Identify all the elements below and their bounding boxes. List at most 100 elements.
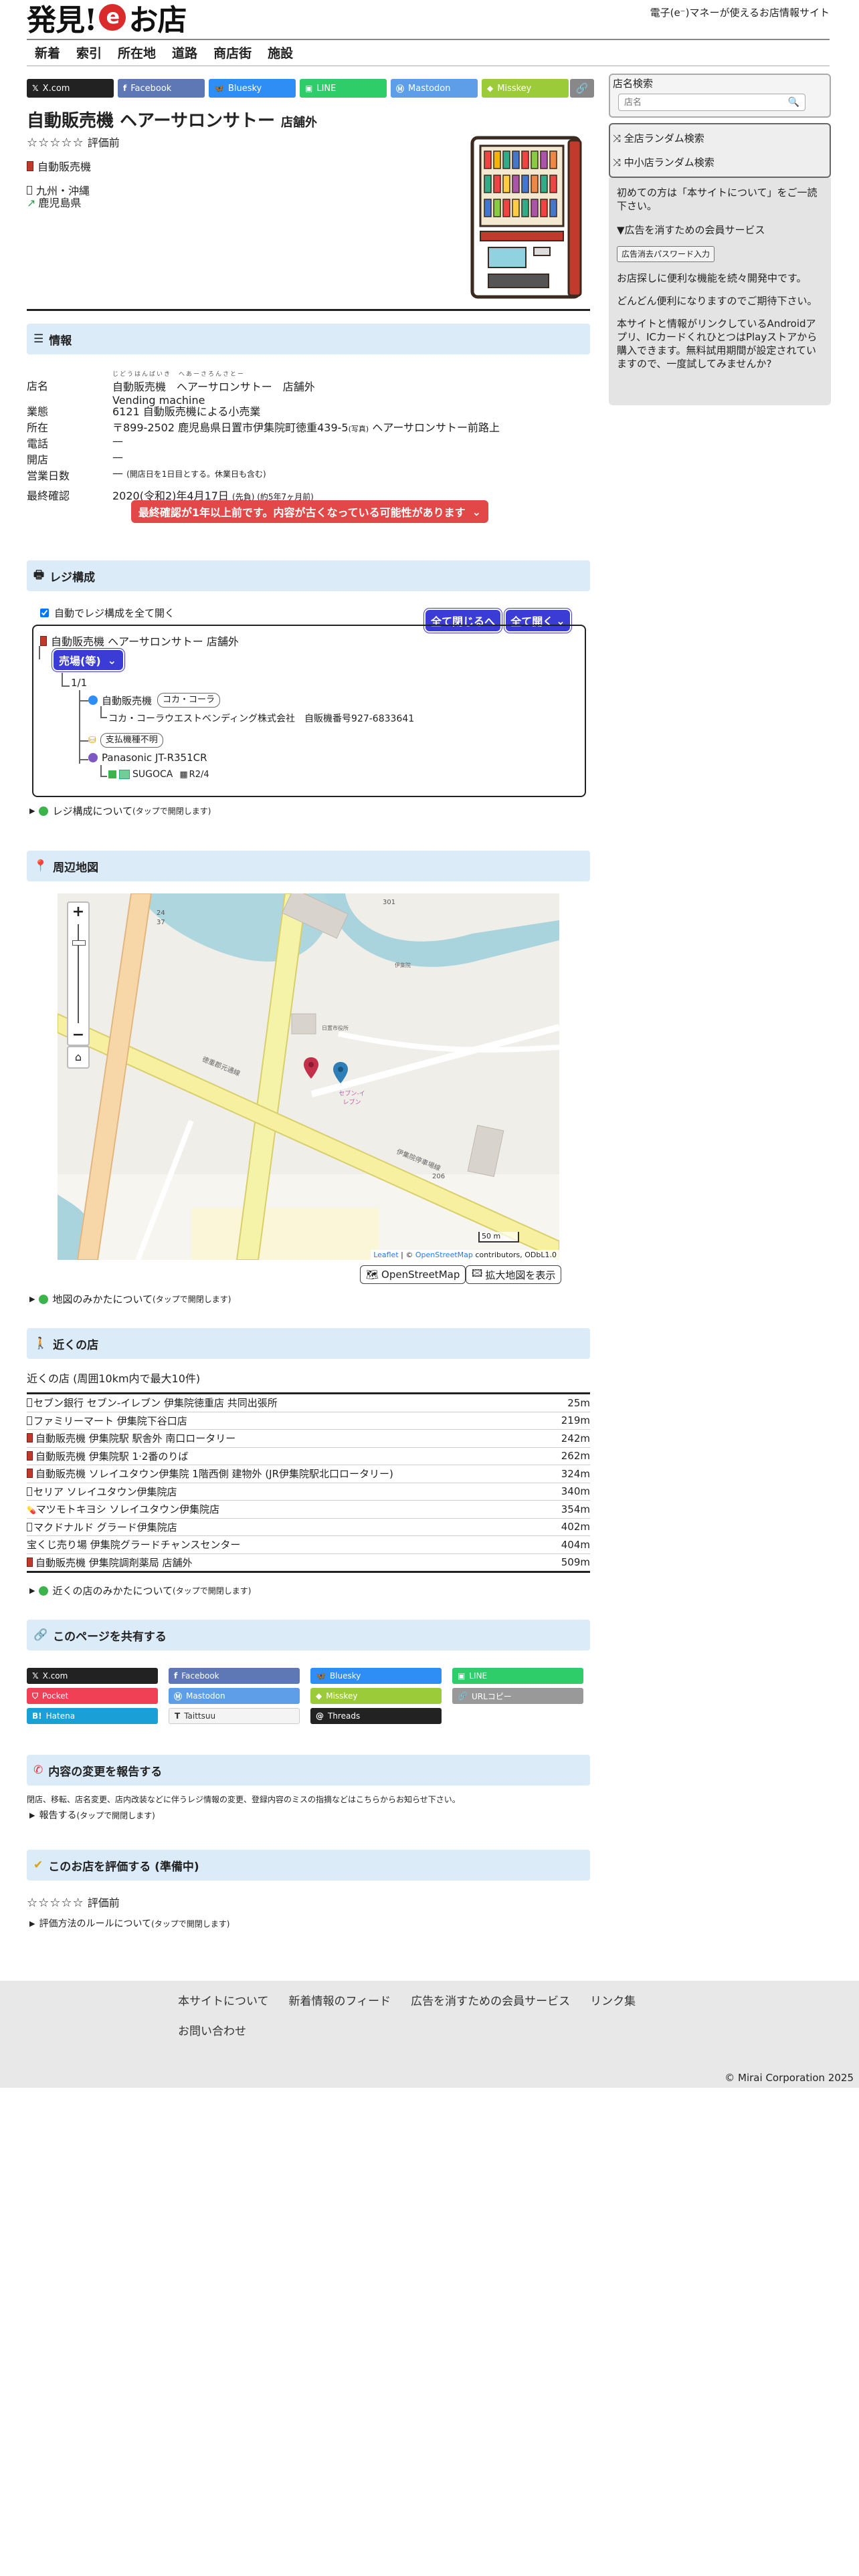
auto-open-checkbox[interactable] — [40, 609, 49, 617]
ad-free-heading[interactable]: ▼広告を消すための会員サービス — [617, 223, 823, 237]
osm-link[interactable]: OpenStreetMap — [415, 1251, 473, 1259]
nav-item-facility[interactable]: 施設 — [260, 41, 301, 66]
nearby-row[interactable]: セブン銀行 セブン-イレブン 伊集院徳重店 共同出張所 25m — [27, 1394, 590, 1412]
zoom-slider-handle[interactable] — [72, 940, 86, 946]
site-logo[interactable]: 発見! e お店 — [27, 0, 187, 37]
tap-hint: (タップで開閉します) — [132, 807, 211, 816]
share-top-mastodon-button[interactable]: Ⓜ Mastodon — [391, 79, 478, 98]
nearby-name-cell: 自動販売機 ソレイユタウン伊集院 1階西側 建物外 (JR伊集院駅北口ロータリー… — [27, 1467, 393, 1481]
share-threads-button[interactable]: @ Threads — [310, 1708, 442, 1724]
info-value-address[interactable]: 〒899-2502 鹿児島県日置市伊集院町徳重439-5 — [112, 421, 349, 434]
footer-feed-link[interactable]: 新着情報のフィード — [289, 1992, 391, 2008]
nav-item-index[interactable]: 索引 — [68, 41, 110, 66]
review-label: 評価前 — [87, 1897, 120, 1909]
store-search-input[interactable] — [619, 95, 788, 110]
nearby-row[interactable]: セリア ソレイユタウン伊集院店 340m — [27, 1483, 590, 1501]
share-top-bluesky-button[interactable]: 🦋 Bluesky — [209, 79, 296, 98]
section-title-info: 情報 — [49, 334, 72, 348]
prefecture-icon: ↗ — [27, 197, 36, 209]
share-label: Facebook — [181, 1671, 219, 1681]
share-top-misskey-button[interactable]: ◆ Misskey — [482, 79, 569, 98]
stale-info-warning[interactable]: 最終確認が1年以上前です。内容が古くなっている可能性があります ⌄ — [131, 500, 488, 523]
random-small-link[interactable]: ⤨ 中小店ランダム検索 — [613, 155, 714, 169]
zoom-out-button[interactable]: − — [68, 1026, 88, 1045]
first-time-note[interactable]: 初めての方は「本サイトについて」をご一読下さい。 — [617, 186, 823, 213]
share-link-button[interactable]: 🔗 URLコピー — [452, 1688, 583, 1704]
report-toggle[interactable]: ▶ 報告する (タップで開閉します) — [29, 1808, 155, 1822]
check-icon — [108, 770, 116, 778]
map-marker-current[interactable] — [304, 1057, 318, 1079]
shuffle-icon: ⤨ — [613, 132, 624, 144]
random-all-label: 全店ランダム検索 — [624, 132, 704, 144]
rating-stars[interactable]: ☆☆☆☆☆ — [27, 136, 84, 150]
nearby-name-cell: 💊マツモトキヨシ ソレイユタウン伊集院店 — [27, 1502, 219, 1516]
nearby-row[interactable]: 宝くじ売り場 伊集院グラードチャンスセンター 404m — [27, 1536, 590, 1554]
nearby-row[interactable]: マクドナルド グラード伊集院店 402m — [27, 1519, 590, 1536]
share-misskey-button[interactable]: ◆ Misskey — [310, 1688, 442, 1704]
zoom-in-button[interactable]: + — [68, 903, 88, 922]
info-value-business[interactable]: 6121 自動販売機による小売業 — [112, 403, 260, 419]
share-label: Bluesky — [329, 1671, 361, 1681]
nearby-row[interactable]: 自動販売機 伊集院調剤薬局 店舗外 509m — [27, 1554, 590, 1572]
area-toggle-button[interactable]: 売場(等) ⌄ — [54, 650, 123, 670]
share-bluesky-button[interactable]: 🦋 Bluesky — [310, 1668, 442, 1684]
nearby-distance: 404m — [561, 1538, 590, 1551]
share-pocket-button[interactable]: ⛉ Pocket — [27, 1688, 158, 1704]
osm-button[interactable]: 🗺 OpenStreetMap — [360, 1265, 466, 1284]
line-icon: ▣ — [458, 1671, 466, 1681]
ad-password-button[interactable]: 広告消去パスワード入力 — [617, 246, 715, 262]
footer-contact-link[interactable]: お問い合わせ — [178, 2022, 640, 2038]
nav-item-new[interactable]: 新着 — [27, 41, 68, 66]
footer-links-link[interactable]: リンク集 — [590, 1992, 636, 2008]
footer-about-link[interactable]: 本サイトについて — [178, 1992, 269, 2008]
section-header-info: ☰ 情報 — [27, 324, 590, 354]
random-all-link[interactable]: ⤨ 全店ランダム検索 — [613, 131, 704, 145]
chevron-down-icon: ⌄ — [107, 653, 117, 667]
map-about-toggle[interactable]: ▶ 地図のみかたについて (タップで開閉します) — [29, 1292, 231, 1306]
copy-link-button[interactable]: 🔗 — [570, 79, 594, 98]
payment-tag: 支払機種不明 — [100, 733, 163, 748]
nearby-row[interactable]: 自動販売機 伊集院駅 駅舎外 南口ロータリー 242m — [27, 1430, 590, 1448]
tree-machine-node: 自動販売機 コカ・コーラ — [88, 693, 221, 708]
share-label: Misskey — [326, 1691, 358, 1701]
footer-membership-link[interactable]: 広告を消すための会員サービス — [411, 1992, 570, 2008]
register-about-toggle[interactable]: ▶ レジ構成について (タップで開閉します) — [29, 804, 211, 818]
leaflet-link[interactable]: Leaflet — [373, 1251, 398, 1259]
area-map[interactable]: + − ⌂ セブン-イレブン 徳重郡元通線 伊集院停車場線 206 301 24… — [58, 893, 559, 1260]
search-icon[interactable]: 🔍 — [788, 97, 799, 108]
zoom-slider-track[interactable] — [78, 924, 79, 1023]
nav-item-location[interactable]: 所在地 — [110, 41, 164, 66]
review-rule-toggle[interactable]: ▶ 評価方法のルールについて (タップで開閉します) — [29, 1917, 229, 1930]
share-hatena-button[interactable]: B! Hatena — [27, 1708, 158, 1724]
share-x-button[interactable]: 𝕏 X.com — [27, 1668, 158, 1684]
brand-tag: コカ・コーラ — [157, 693, 221, 708]
nearby-row[interactable]: 💊マツモトキヨシ ソレイユタウン伊集院店 354m — [27, 1501, 590, 1519]
address-photo-link[interactable]: (写真) — [349, 425, 369, 433]
nearby-row[interactable]: ファミリーマート 伊集院下谷口店 219m — [27, 1412, 590, 1430]
share-line-button[interactable]: ▣ LINE — [452, 1668, 583, 1684]
tree-line — [62, 673, 63, 686]
register-count: 1/1 — [71, 677, 88, 689]
walk-icon: 🚶 — [33, 1337, 48, 1350]
enlarge-map-button[interactable]: 🖾 拡大地図を表示 — [466, 1265, 562, 1284]
home-button[interactable]: ⌂ — [67, 1046, 90, 1069]
share-top-facebook-button[interactable]: f Facebook — [118, 79, 205, 98]
nearby-row[interactable]: 自動販売機 ソレイユタウン伊集院 1階西側 建物外 (JR伊集院駅北口ロータリー… — [27, 1465, 590, 1483]
section-header-register: 🖶 レジ構成 — [27, 560, 590, 591]
map-marker-nearby[interactable] — [333, 1062, 348, 1083]
info-key-business: 業態 — [27, 405, 49, 418]
review-stars[interactable]: ☆☆☆☆☆ — [27, 1896, 84, 1910]
info-key-tel: 電話 — [27, 437, 49, 450]
nearby-about-toggle[interactable]: ▶ 近くの店のみかたについて (タップで開閉します) — [29, 1584, 251, 1598]
share-taittsuu-button[interactable]: T Taittsuu — [169, 1708, 300, 1724]
nearby-row[interactable]: 自動販売機 伊集院駅 1·2番のりば 262m — [27, 1448, 590, 1465]
share-top-x-button[interactable]: 𝕏 X.com — [27, 79, 114, 98]
triangle-right-icon: ▶ — [29, 1295, 35, 1303]
store-rating: ☆☆☆☆☆ 評価前 — [27, 134, 120, 150]
share-label: Bluesky — [227, 83, 262, 94]
share-facebook-button[interactable]: f Facebook — [169, 1668, 300, 1684]
share-mastodon-button[interactable]: Ⓜ Mastodon — [169, 1688, 300, 1704]
nav-item-shopping-street[interactable]: 商店街 — [205, 41, 260, 66]
share-top-line-button[interactable]: ▣ LINE — [300, 79, 387, 98]
nav-item-road[interactable]: 道路 — [164, 41, 205, 66]
